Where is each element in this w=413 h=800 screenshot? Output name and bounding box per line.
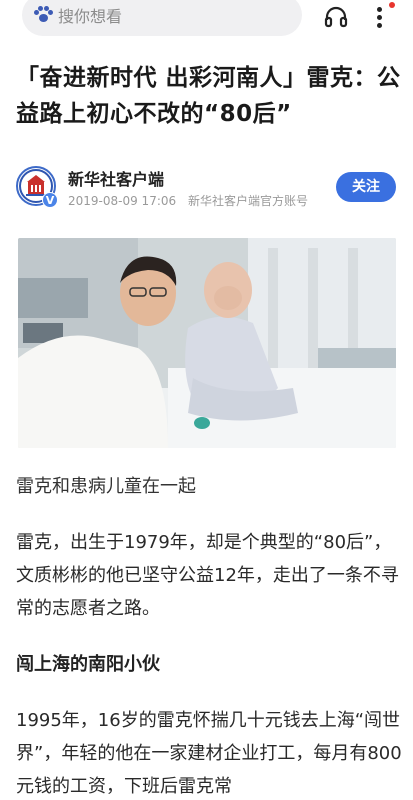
photo-caption: 雷克和患病儿童在一起 xyxy=(16,476,196,497)
author-meta: 2019-08-09 17:06 新华社客户端官方账号 xyxy=(68,192,308,209)
photo-image xyxy=(18,238,396,448)
section-subheading: 闯上海的南阳小伙 xyxy=(16,654,160,675)
publish-date: 2019-08-09 17:06 xyxy=(68,194,177,208)
account-type: 新华社客户端官方账号 xyxy=(187,194,308,208)
more-vertical-icon[interactable] xyxy=(376,2,384,32)
article-photo[interactable] xyxy=(18,238,396,448)
headphone-icon[interactable] xyxy=(323,4,349,30)
follow-button[interactable]: 关注 xyxy=(336,172,396,202)
author-block: V 新华社客户端 2019-08-09 17:06 新华社客户端官方账号 关注 xyxy=(16,162,406,212)
paragraph-2: 1995年，16岁的雷克怀揣几十元钱去上海“闯世界”，年轻的他在一家建材企业打工… xyxy=(16,710,402,797)
paragraph-1: 雷克，出生于1979年，却是个典型的“80后”，文质彬彬的他已坚守公益12年，走… xyxy=(16,532,399,619)
search-placeholder: 搜你想看 xyxy=(58,7,123,26)
search-bar[interactable]: 搜你想看 xyxy=(22,0,302,36)
article-title: 「奋进新时代 出彩河南人」雷克：公益路上初心不改的“80后” xyxy=(16,65,401,127)
top-bar: 搜你想看 xyxy=(0,0,413,40)
author-name[interactable]: 新华社客户端 xyxy=(68,166,164,190)
notification-dot xyxy=(389,2,395,8)
verified-badge: V xyxy=(42,192,58,208)
paw-icon xyxy=(32,4,54,26)
